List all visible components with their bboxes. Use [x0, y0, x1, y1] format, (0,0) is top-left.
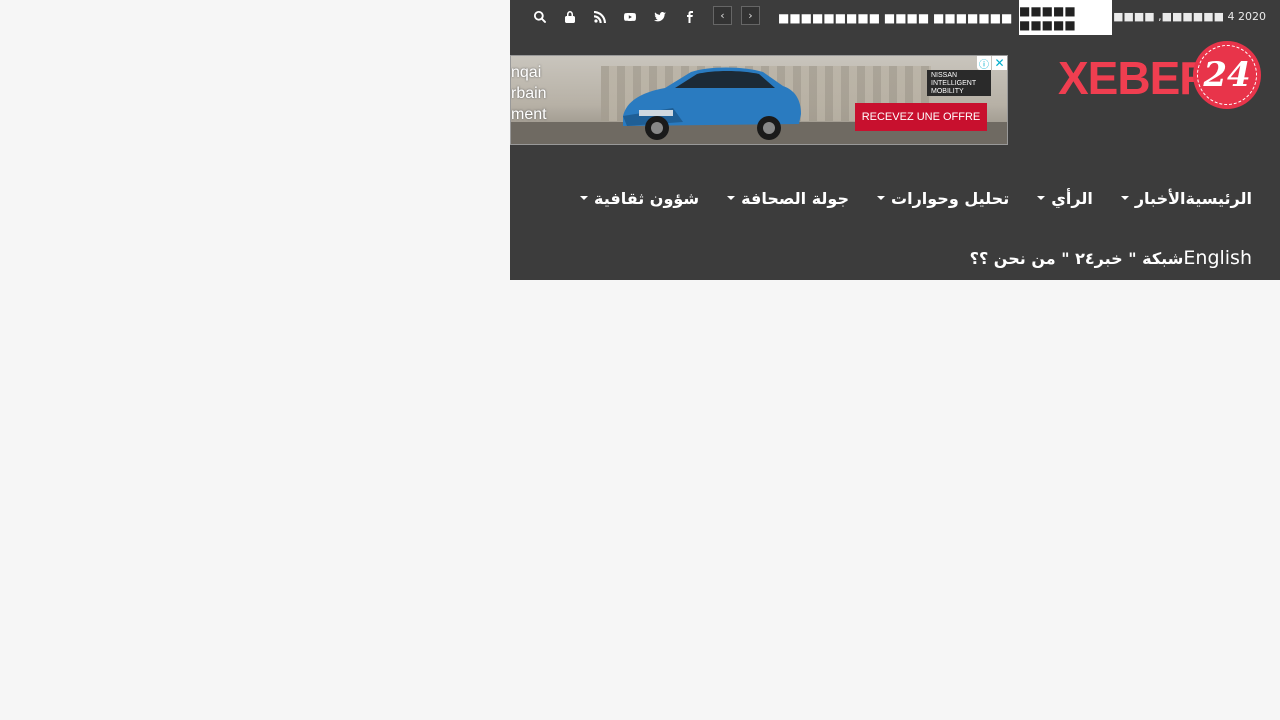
nav-item-news[interactable]: الأخبار — [1120, 188, 1186, 208]
site-header: 2020 4 ■■■■■■, ■■■■■■ ■■■■■ ■■■■■ ■■■■■■… — [510, 0, 1280, 280]
breaking-news-label: ■■■■■ ■■■■■ — [1019, 0, 1112, 35]
nav-item-label: English — [1183, 247, 1252, 269]
nav-item-label: الرئيسية — [1185, 188, 1253, 208]
nav-item-opinion[interactable]: الرأي — [1037, 189, 1093, 208]
car-image — [623, 67, 801, 140]
twitter-icon[interactable] — [652, 9, 668, 25]
nav-item-label: شبكة " خبر٢٤ " من نحن ؟؟ — [969, 248, 1184, 268]
ad-brand-line: NISSAN — [931, 72, 958, 79]
nav-item-label: جولة الصحافة — [741, 188, 849, 208]
ad-brand-line: INTELLIGENT — [931, 80, 977, 87]
nav-item-culture[interactable]: شؤون ثقافية — [579, 188, 700, 208]
ad-close-icon[interactable]: ✕ — [992, 56, 1007, 70]
secondary-navigation: English شبكة " خبر٢٤ " من نحن ؟؟ — [942, 238, 1252, 278]
logo-text: XEBER — [1058, 52, 1212, 104]
nav-item-label: تحليل وحوارات — [891, 188, 1010, 208]
ad-text: nqai rbain ment — [511, 62, 547, 125]
nav-item-label: الأخبار — [1134, 188, 1186, 208]
logo-number: 24 — [1203, 55, 1251, 95]
site-logo[interactable]: XEBER 24 — [1056, 41, 1266, 111]
facebook-icon[interactable] — [682, 9, 698, 25]
ad-offer-button[interactable]: RECEVEZ UNE OFFRE — [855, 103, 987, 131]
news-ticker-link[interactable]: ■■■■■■■■■ ■■■■ ■■■■■■■■■■ ■■■■■■ ■... — [778, 0, 1012, 35]
caret-down-icon — [877, 196, 885, 200]
nav-item-press-review[interactable]: جولة الصحافة — [727, 189, 849, 208]
nav-item-home[interactable]: الرئيسية — [1186, 189, 1253, 208]
ad-info-icon[interactable]: ⓘ — [977, 56, 991, 71]
nav-item-about[interactable]: شبكة " خبر٢٤ " من نحن ؟؟ — [970, 249, 1184, 268]
nav-item-analysis[interactable]: تحليل وحوارات — [877, 189, 1009, 208]
top-bar: 2020 4 ■■■■■■, ■■■■■■ ■■■■■ ■■■■■ ■■■■■■… — [510, 0, 1280, 35]
ad-text-line: ment — [511, 106, 547, 123]
main-navigation: الرئيسية الأخبار الرأي تحليل وحوارات جول… — [552, 178, 1252, 218]
rss-icon[interactable] — [592, 9, 608, 25]
nav-item-english[interactable]: English — [1183, 247, 1252, 269]
youtube-icon[interactable] — [622, 9, 638, 25]
ad-text-line: nqai — [511, 64, 542, 81]
ad-brand-line: MOBILITY — [931, 88, 964, 95]
ad-brand-logo: NISSAN INTELLIGENT MOBILITY — [927, 70, 991, 96]
search-icon[interactable] — [532, 9, 548, 25]
ticker-next-button[interactable]: › — [741, 6, 760, 25]
caret-down-icon — [1037, 196, 1046, 200]
logo-badge: 24 — [1193, 41, 1261, 109]
caret-down-icon — [579, 196, 588, 200]
lock-icon[interactable] — [562, 9, 578, 25]
nav-item-label: شؤون ثقافية — [593, 188, 700, 208]
caret-down-icon — [727, 196, 736, 200]
date-text: 2020 4 ■■■■■■, ■■■■■■ — [1092, 10, 1266, 23]
advertisement-banner[interactable]: nqai rbain ment NISSAN INTELLIGENT MOBIL… — [510, 55, 1008, 145]
nav-item-label: الرأي — [1051, 188, 1093, 208]
caret-down-icon — [1120, 196, 1129, 200]
ticker-prev-button[interactable]: ‹ — [713, 6, 732, 25]
ad-text-line: rbain — [511, 85, 547, 102]
